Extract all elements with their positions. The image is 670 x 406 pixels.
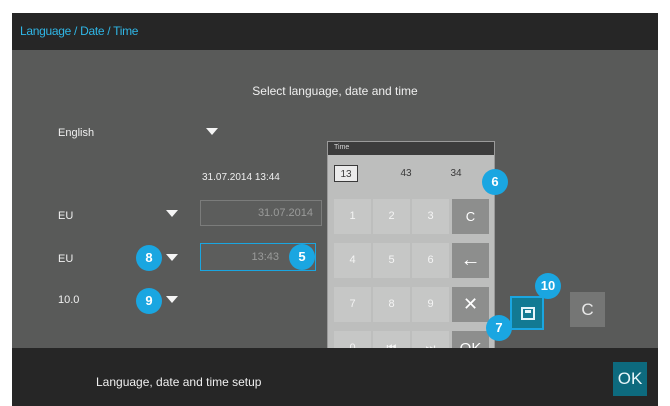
- key-6[interactable]: 6: [412, 243, 449, 278]
- settings-screen: Language / Date / Time Select language, …: [12, 13, 658, 406]
- callout-badge: 5: [289, 244, 315, 270]
- seconds-field[interactable]: 34: [444, 165, 468, 182]
- top-bar: Language / Date / Time: [12, 13, 658, 50]
- time-format-value[interactable]: EU: [58, 253, 73, 265]
- callout-badge: 6: [482, 169, 508, 195]
- key-8[interactable]: 8: [373, 287, 410, 322]
- footer-text: Language, date and time setup: [96, 375, 262, 389]
- key-9[interactable]: 9: [412, 287, 449, 322]
- time-format-dropdown-icon[interactable]: [166, 254, 178, 261]
- cancel-button[interactable]: C: [570, 292, 605, 327]
- page-title: Language / Date / Time: [20, 24, 139, 38]
- instruction-text: Select language, date and time: [252, 84, 418, 98]
- key-3[interactable]: 3: [412, 199, 449, 234]
- key-5[interactable]: 5: [373, 243, 410, 278]
- key-1[interactable]: 1: [334, 199, 371, 234]
- popup-title: Time: [334, 144, 350, 151]
- language-dropdown-icon[interactable]: [206, 128, 218, 135]
- current-datetime: 31.07.2014 13:44: [202, 172, 280, 183]
- key-7[interactable]: 7: [334, 287, 371, 322]
- date-format-dropdown-icon[interactable]: [166, 210, 178, 217]
- hours-field[interactable]: 13: [334, 165, 358, 182]
- save-icon: [521, 307, 535, 320]
- time-keypad-popup: Time 13 43 34 1 2 3 C 4 5 6 ← 7 8 9 ✕ 0 …: [327, 141, 495, 373]
- date-value: 31.07.2014: [257, 207, 313, 219]
- date-field[interactable]: 31.07.2014: [200, 200, 322, 226]
- callout-badge: 7: [486, 315, 512, 341]
- callout-badge: 8: [136, 245, 162, 271]
- bottom-bar: Language, date and time setup OK: [12, 348, 658, 406]
- date-format-value[interactable]: EU: [58, 210, 73, 222]
- time-value: 13:43: [251, 251, 279, 263]
- timezone-dropdown-icon[interactable]: [166, 296, 178, 303]
- callout-badge: 10: [535, 273, 561, 299]
- clear-key[interactable]: C: [452, 199, 489, 234]
- callout-badge: 9: [136, 288, 162, 314]
- timezone-value[interactable]: 10.0: [58, 294, 79, 306]
- ok-button[interactable]: OK: [613, 362, 647, 396]
- cancel-key[interactable]: ✕: [452, 287, 489, 322]
- minutes-field[interactable]: 43: [394, 165, 418, 182]
- popup-header: Time: [328, 142, 494, 155]
- key-4[interactable]: 4: [334, 243, 371, 278]
- save-button[interactable]: [510, 296, 544, 330]
- key-2[interactable]: 2: [373, 199, 410, 234]
- language-value[interactable]: English: [58, 127, 94, 139]
- backspace-key[interactable]: ←: [452, 243, 489, 278]
